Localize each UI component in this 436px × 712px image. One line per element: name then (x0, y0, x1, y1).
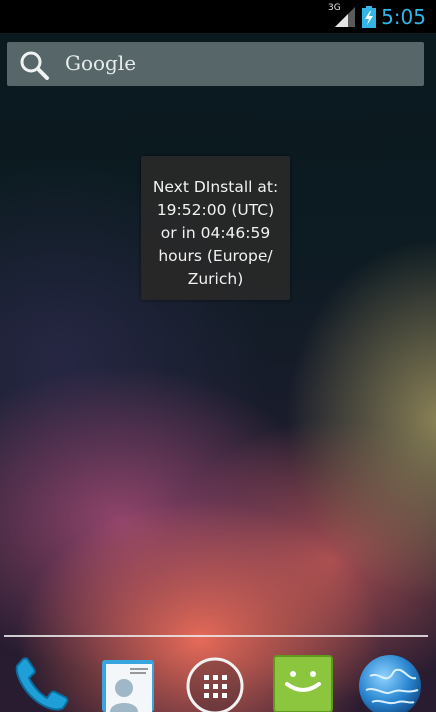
widget-line: Next DInstall at: (152, 178, 279, 196)
widget-line: Zurich) (187, 270, 244, 288)
widget-line: hours (Europe/ (158, 247, 273, 265)
all-apps-button[interactable] (183, 650, 247, 712)
google-search-bar[interactable]: Google (7, 42, 424, 86)
phone-icon (7, 657, 71, 712)
contacts-icon (96, 660, 160, 712)
search-icon (19, 50, 51, 84)
battery-charging-icon (362, 6, 376, 32)
messaging-icon (271, 655, 335, 712)
widget-line: 19:52:00 (UTC) (156, 201, 275, 219)
dinstall-widget[interactable]: Next DInstall at: 19:52:00 (UTC) or in 0… (141, 156, 290, 300)
browser-icon (358, 655, 422, 712)
widget-line: or in 04:46:59 (160, 224, 271, 242)
messaging-app-button[interactable] (271, 650, 335, 712)
clock[interactable]: 5:05 (381, 5, 426, 29)
contacts-app-button[interactable] (96, 650, 160, 712)
signal-icon (335, 7, 355, 31)
wallpaper (0, 0, 436, 712)
browser-app-button[interactable] (358, 650, 422, 712)
status-bar: 3G 5:05 (0, 0, 436, 33)
phone-app-button[interactable] (7, 650, 71, 712)
dock-divider (4, 635, 428, 637)
all-apps-icon (183, 657, 247, 712)
search-label: Google (65, 51, 137, 75)
widget-text: Next DInstall at: 19:52:00 (UTC) or in 0… (141, 176, 290, 291)
